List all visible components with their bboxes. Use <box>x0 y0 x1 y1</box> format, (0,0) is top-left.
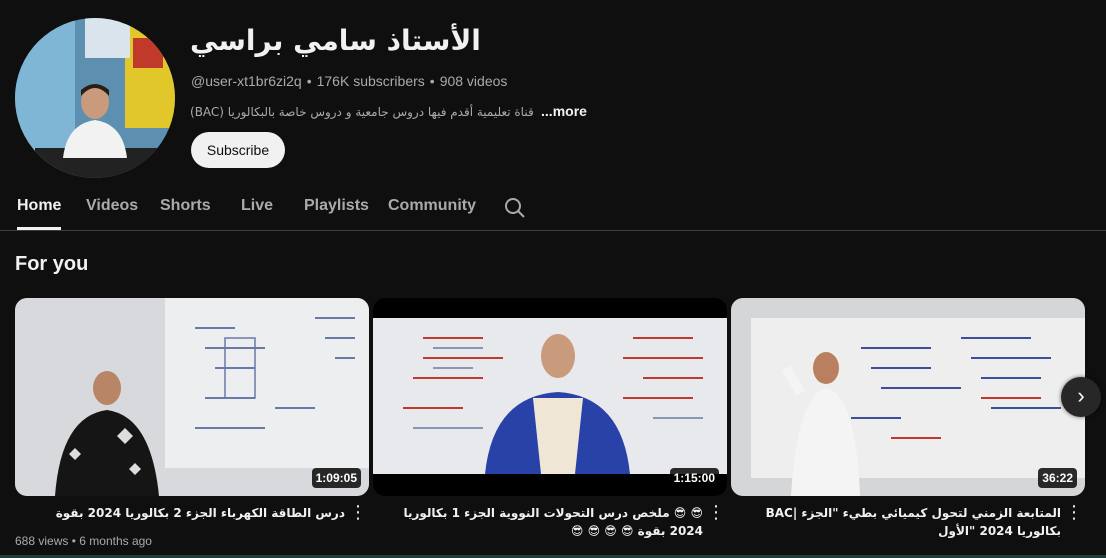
more-actions-icon[interactable]: ⋮ <box>1065 502 1083 522</box>
subscribe-button[interactable]: Subscribe <box>191 132 285 168</box>
video-title[interactable]: 😎 😎 ملخص درس التحولات النووية الجزء 1 بك… <box>373 504 703 540</box>
video-count: 908 videos <box>439 73 508 89</box>
channel-avatar[interactable] <box>15 18 175 178</box>
more-actions-icon[interactable]: ⋮ <box>349 502 367 522</box>
video-duration: 1:09:05 <box>311 468 361 488</box>
video-card: 1:15:00 😎 😎 ملخص درس التحولات النووية ال… <box>373 298 727 538</box>
more-actions-icon[interactable]: ⋮ <box>707 502 725 522</box>
tab-home[interactable]: Home <box>17 197 61 215</box>
channel-description[interactable]: قناة تعليمية أقدم فيها دروس جامعية و درو… <box>190 103 587 119</box>
video-title[interactable]: درس الطاقة الكهرباء الجزء 2 بكالوريا 202… <box>15 504 345 522</box>
meta-separator: • <box>306 73 312 89</box>
video-duration: 36:22 <box>1038 468 1077 488</box>
video-card: 1:09:05 درس الطاقة الكهرباء الجزء 2 بكال… <box>15 298 369 548</box>
upload-age: 6 months ago <box>79 534 152 548</box>
view-count: 688 views <box>15 534 69 548</box>
section-title: For you <box>15 253 89 275</box>
video-duration: 1:15:00 <box>669 468 719 488</box>
description-text: قناة تعليمية أقدم فيها دروس جامعية و درو… <box>190 105 534 119</box>
video-card: 36:22 المتابعة الزمني لتحول كيميائي بطيء… <box>731 298 1085 538</box>
tab-live[interactable]: Live <box>241 197 273 215</box>
tab-community[interactable]: Community <box>388 197 476 215</box>
search-icon[interactable] <box>501 194 529 222</box>
active-tab-indicator <box>17 227 61 230</box>
channel-meta: @user-xt1br6zi2q • 176K subscribers • 908 vi… <box>191 73 507 89</box>
video-thumbnail[interactable]: 1:15:00 <box>373 298 727 496</box>
meta-separator: • <box>429 73 435 89</box>
more-link[interactable]: ...more <box>541 103 587 119</box>
meta-separator: • <box>71 534 76 548</box>
tab-videos[interactable]: Videos <box>86 197 138 215</box>
chevron-right-icon[interactable]: › <box>1061 377 1101 417</box>
video-meta: 688 views • 6 months ago <box>15 534 152 548</box>
channel-tabs: Home Videos Shorts Live Playlists Commun… <box>0 180 1106 231</box>
subscriber-count: 176K subscribers <box>316 73 425 89</box>
video-thumbnail[interactable]: 36:22 <box>731 298 1085 496</box>
tab-shorts[interactable]: Shorts <box>160 197 211 215</box>
channel-handle: @user-xt1br6zi2q <box>191 73 302 89</box>
tab-playlists[interactable]: Playlists <box>304 197 369 215</box>
video-title[interactable]: المتابعة الزمني لتحول كيميائي بطيء "الجز… <box>731 504 1061 540</box>
video-thumbnail[interactable]: 1:09:05 <box>15 298 369 496</box>
channel-name: الأستاذ سامي براسي <box>190 24 481 57</box>
